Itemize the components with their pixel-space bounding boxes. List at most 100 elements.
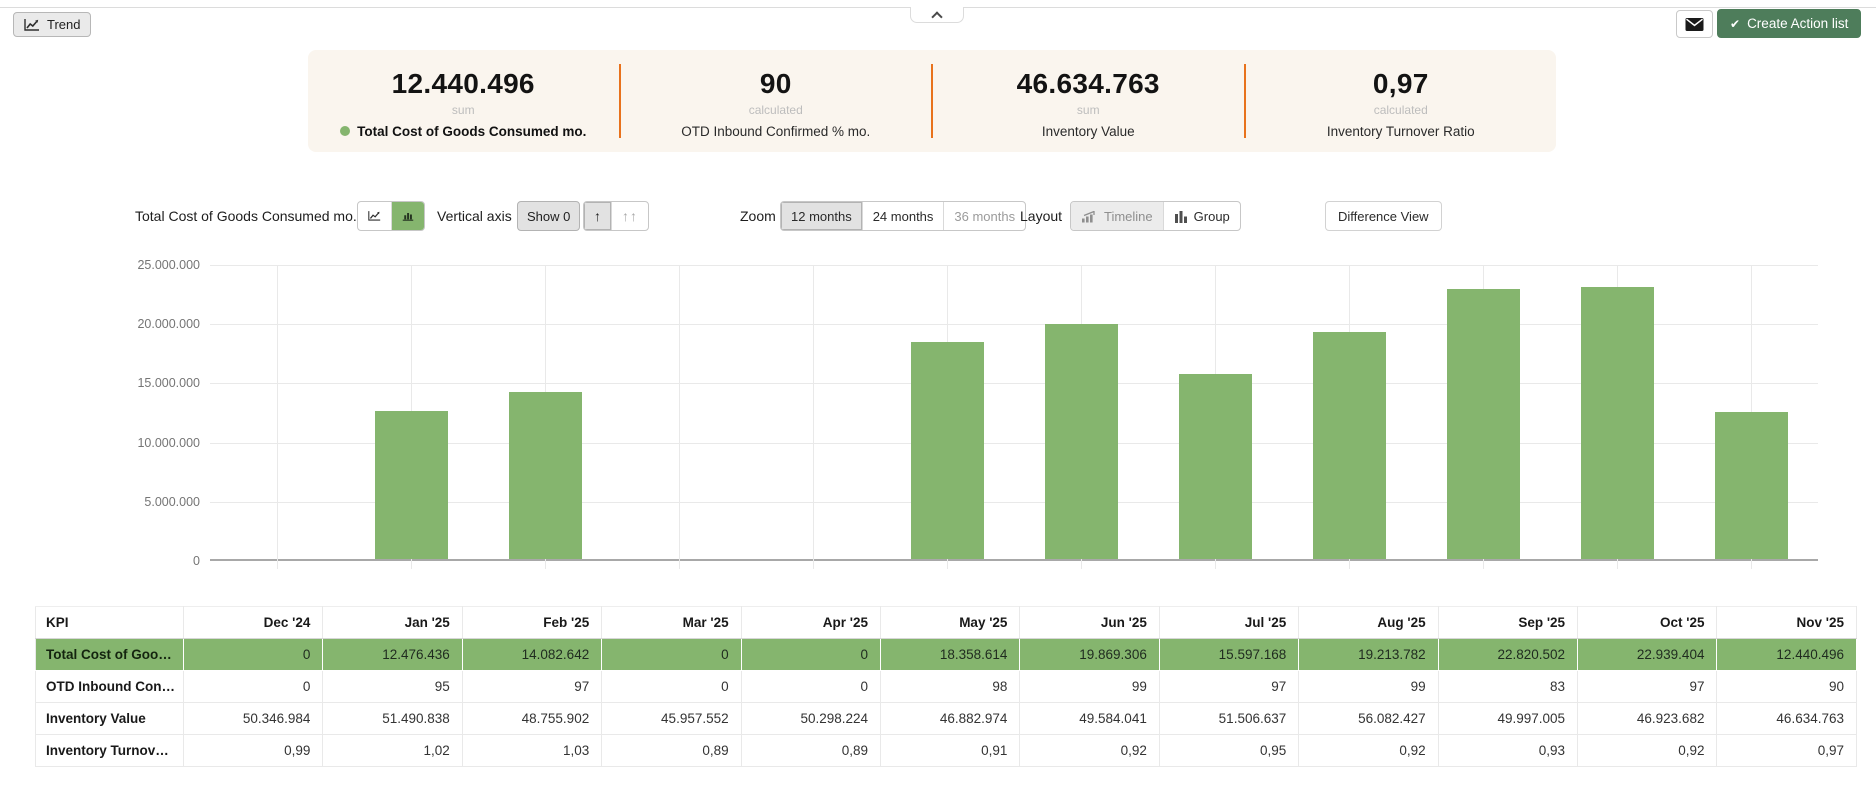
month-column-header: Apr '25 [741,606,882,639]
kpi-name: Inventory Turnover Ratio [1326,123,1475,139]
v-gridline [277,265,278,569]
table-value-cell: 56.082.427 [1298,702,1439,735]
month-column-header: Nov '25 [1716,606,1857,639]
kpi-value: 12.440.496 [391,67,535,99]
kpi-value: 0,97 [1372,67,1429,99]
month-column-header: May '25 [880,606,1021,639]
table-value-cell: 0,99 [183,734,324,767]
h-gridline [210,383,1818,385]
collapse-panel-tab[interactable] [910,7,964,23]
month-column-header: Jan '25 [322,606,463,639]
h-gridline [210,501,1818,503]
chart-type-line-button[interactable] [358,202,391,230]
email-button[interactable] [1676,10,1713,38]
table-value-cell: 0,92 [1298,734,1439,767]
zoom-option-24-months[interactable]: 24 months [861,202,944,230]
chart-bar[interactable] [374,411,448,559]
kpi-card-inventory-turnover[interactable]: 0,97 calculated Inventory Turnover Ratio [1246,50,1557,152]
kpi-card-total-cost[interactable]: 12.440.496 sum Total Cost of Goods Consu… [308,50,619,152]
chevron-up-icon [931,10,943,23]
create-action-list-button[interactable]: ✔ Create Action list [1717,9,1862,38]
table-value-cell: 99 [1019,670,1160,703]
table-row: Total Cost of Goods Consumed mo.012.476.… [35,638,1857,671]
table-value-cell: 45.957.552 [601,702,742,735]
table-value-cell: 0 [601,638,742,671]
single-axis-button[interactable]: ↑ [584,202,611,230]
table-value-cell: 19.869.306 [1019,638,1160,671]
kpi-name-cell[interactable]: OTD Inbound Confirmed % mo. [35,670,184,703]
table-value-cell: 83 [1438,670,1579,703]
table-value-cell: 51.506.637 [1159,702,1300,735]
chart-type-toggle [357,201,425,231]
line-chart-icon [24,18,39,31]
month-column-header: Aug '25 [1298,606,1439,639]
table-value-cell: 0,97 [1716,734,1857,767]
kpi-name: OTD Inbound Confirmed % mo. [681,123,871,139]
kpi-table: KPI Dec '24 Jan '25 Feb '25 Mar '25 Apr '25 Ma… [35,606,1857,767]
chart-bar[interactable] [1580,287,1654,559]
table-value-cell: 46.923.682 [1577,702,1718,735]
table-value-cell: 12.476.436 [322,638,463,671]
kpi-name: Total Cost of Goods Consumed mo. [340,124,586,139]
kpi-name-cell[interactable]: Inventory Turnover Ratio [35,734,184,767]
table-value-cell: 12.440.496 [1716,638,1857,671]
y-axis-tick-label: 20.000.000 [137,317,200,332]
group-bars-icon [1174,210,1187,223]
table-row: Inventory Turnover Ratio0,991,021,030,89… [35,734,1857,767]
chart-bar[interactable] [508,392,582,559]
kpi-card-inventory-value[interactable]: 46.634.763 sum Inventory Value [933,50,1244,152]
month-column-header: Feb '25 [462,606,603,639]
line-chart-icon [368,211,381,221]
table-value-cell: 0,92 [1577,734,1718,767]
table-value-cell: 99 [1298,670,1439,703]
chart-bar[interactable] [1312,331,1386,559]
table-value-cell: 0,91 [880,734,1021,767]
v-gridline [813,265,814,569]
chart-bar[interactable] [910,341,984,559]
chart-bar[interactable] [1446,288,1520,559]
table-value-cell: 95 [322,670,463,703]
table-value-cell: 51.490.838 [322,702,463,735]
dashboard: Trend ✔ Create Action list 12.440.496 su… [0,0,1876,804]
table-value-cell: 97 [1577,670,1718,703]
h-gridline [210,324,1818,326]
double-up-arrow-icon: ↑↑ [622,208,638,224]
bar-chart: 0 5.000.000 10.000.000 15.000.000 20.000.000… [0,248,1876,578]
table-value-cell: 0 [183,638,324,671]
y-axis-tick-label: 10.000.000 [137,435,200,450]
axis-scale-toggle: ↑ ↑↑ [583,201,649,231]
table-value-cell: 18.358.614 [880,638,1021,671]
kpi-name-cell[interactable]: Inventory Value [35,702,184,735]
dual-axis-button[interactable]: ↑↑ [611,202,648,230]
kpi-method: sum [451,102,475,117]
create-action-list-label: Create Action list [1747,16,1849,31]
table-value-cell: 46.634.763 [1716,702,1857,735]
up-arrow-icon: ↑ [594,208,601,224]
difference-view-button[interactable]: Difference View [1325,201,1442,231]
table-value-cell: 50.298.224 [741,702,882,735]
chart-series-label: Total Cost of Goods Consumed mo. [135,208,357,224]
layout-group-button[interactable]: Group [1162,202,1240,230]
kpi-card-otd-inbound[interactable]: 90 calculated OTD Inbound Confirmed % mo… [621,50,932,152]
table-value-cell: 97 [1159,670,1300,703]
chart-bar[interactable] [1178,374,1252,559]
kpi-name-cell[interactable]: Total Cost of Goods Consumed mo. [35,638,184,671]
layout-label: Layout [1020,208,1063,224]
table-value-cell: 0,93 [1438,734,1579,767]
zoom-option-36-months[interactable]: 36 months [943,202,1025,230]
chart-bar[interactable] [1714,411,1788,559]
table-value-cell: 0 [183,670,324,703]
v-gridline [679,265,680,569]
show-zero-button[interactable]: Show 0 [517,201,581,231]
zoom-option-12-months[interactable]: 12 months [781,202,862,230]
trend-button[interactable]: Trend [13,12,92,37]
layout-timeline-button[interactable]: Timeline [1071,202,1163,230]
table-value-cell: 0,89 [741,734,882,767]
envelope-icon [1685,17,1704,31]
y-axis-tick-label: 25.000.000 [137,258,200,272]
chart-type-bar-button[interactable] [391,202,424,230]
table-value-cell: 0,89 [601,734,742,767]
table-value-cell: 49.997.005 [1438,702,1579,735]
bar-chart-icon [402,213,414,221]
chart-bar[interactable] [1044,323,1118,559]
